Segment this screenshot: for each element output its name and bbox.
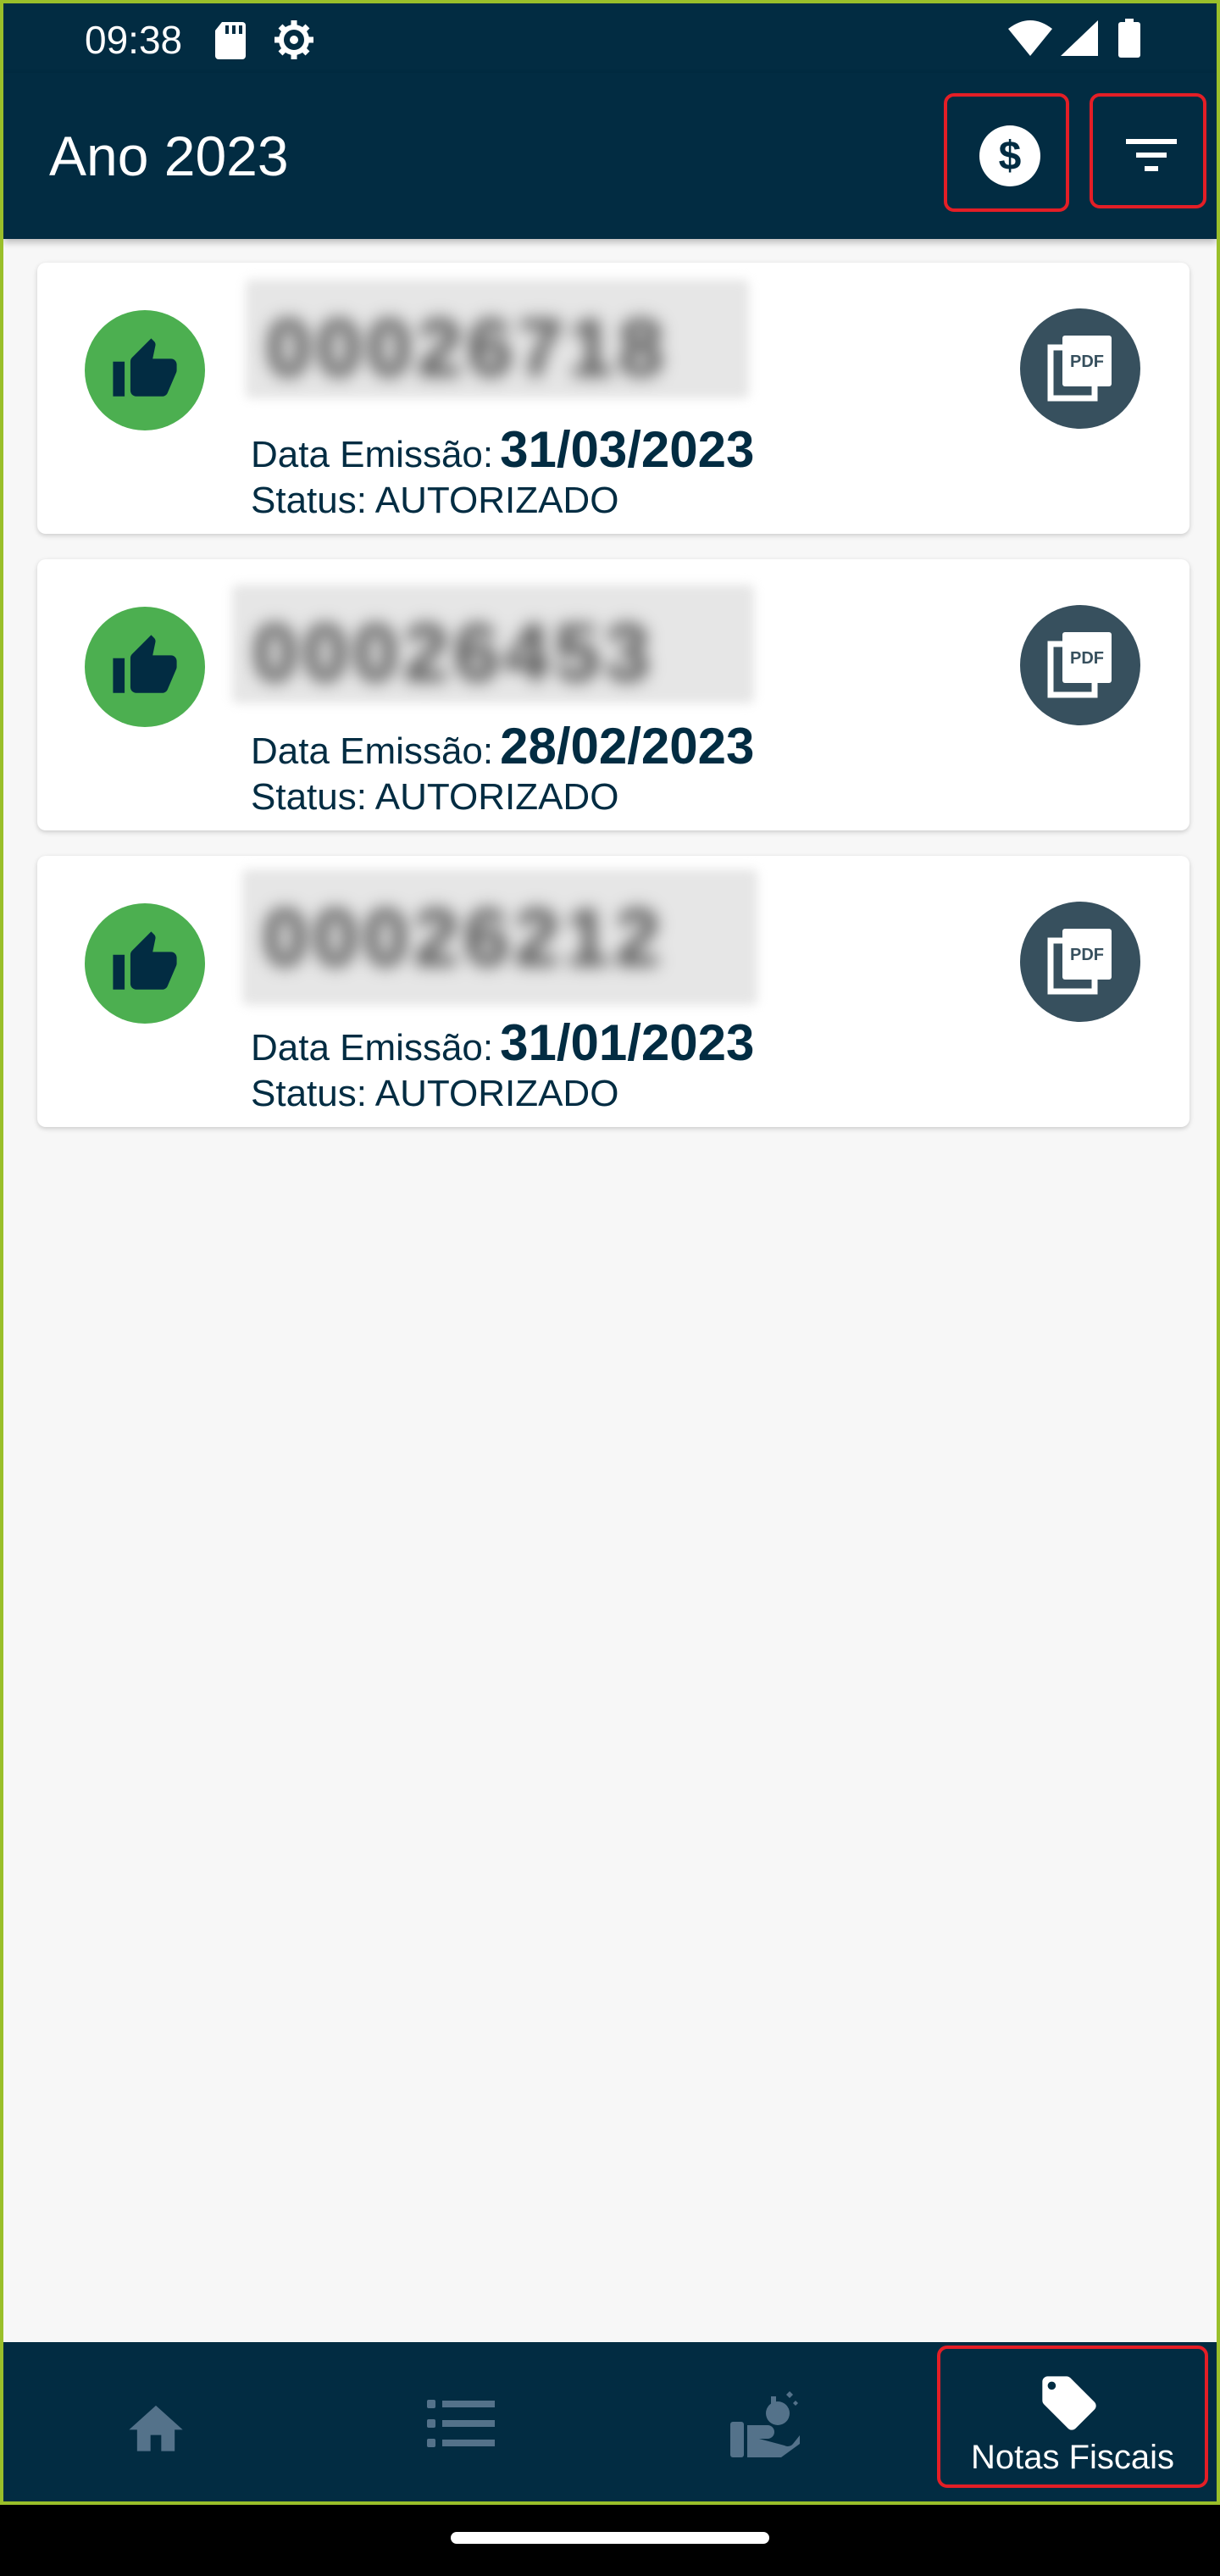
system-navigation-bar bbox=[0, 2505, 1220, 2576]
sd-card-icon bbox=[215, 22, 246, 64]
thumbs-up-icon bbox=[85, 607, 205, 727]
invoice-card[interactable]: 00026453 Data Emissão: 28/02/2023 Status:… bbox=[37, 559, 1190, 830]
list-icon bbox=[427, 2400, 495, 2447]
nav-home[interactable] bbox=[105, 2342, 207, 2501]
thumbs-up-icon bbox=[85, 903, 205, 1024]
issue-date: Data Emissão: 31/03/2023 bbox=[251, 421, 755, 478]
status-bar: 09:38 bbox=[3, 3, 1217, 73]
page-title: Ano 2023 bbox=[49, 125, 289, 187]
wifi-icon bbox=[1008, 20, 1052, 60]
app-screen: 09:38 Ano 2023 $ 00026718 Data Emissão: … bbox=[0, 0, 1220, 2505]
pdf-download-button[interactable]: PDF bbox=[1020, 605, 1140, 725]
pdf-icon: PDF bbox=[1047, 929, 1112, 995]
filter-button[interactable] bbox=[1090, 93, 1206, 208]
nav-notas-fiscais-label: Notas Fiscais bbox=[970, 2439, 1175, 2476]
tag-icon bbox=[1042, 2376, 1096, 2430]
status-text: Status: AUTORIZADO bbox=[251, 776, 619, 818]
nav-list[interactable] bbox=[410, 2342, 512, 2501]
battery-icon bbox=[1118, 19, 1140, 62]
invoice-number-redacted: 00026453 bbox=[232, 585, 754, 703]
app-bar: Ano 2023 $ bbox=[3, 73, 1217, 239]
service-hand-icon bbox=[730, 2391, 800, 2457]
pdf-download-button[interactable]: PDF bbox=[1020, 902, 1140, 1022]
invoice-number-redacted: 00026212 bbox=[242, 869, 757, 1005]
financial-button[interactable]: $ bbox=[944, 93, 1069, 212]
filter-icon bbox=[1126, 139, 1177, 171]
issue-date: Data Emissão: 28/02/2023 bbox=[251, 718, 755, 774]
home-gesture-handle[interactable] bbox=[451, 2532, 769, 2544]
pdf-icon: PDF bbox=[1047, 336, 1112, 402]
invoice-number-redacted: 00026718 bbox=[246, 280, 749, 398]
settings-gear-icon bbox=[273, 19, 315, 65]
thumbs-up-icon bbox=[85, 310, 205, 430]
status-text: Status: AUTORIZADO bbox=[251, 480, 619, 521]
nav-service[interactable] bbox=[715, 2342, 817, 2501]
issue-date: Data Emissão: 31/01/2023 bbox=[251, 1014, 755, 1071]
nav-notas-fiscais[interactable]: Notas Fiscais bbox=[937, 2346, 1208, 2488]
invoice-card[interactable]: 00026718 Data Emissão: 31/03/2023 Status:… bbox=[37, 263, 1190, 534]
invoice-card[interactable]: 00026212 Data Emissão: 31/01/2023 Status:… bbox=[37, 856, 1190, 1127]
signal-icon bbox=[1061, 20, 1098, 60]
svg-text:PDF: PDF bbox=[1070, 946, 1104, 964]
pdf-icon: PDF bbox=[1047, 632, 1112, 698]
status-text: Status: AUTORIZADO bbox=[251, 1073, 619, 1114]
svg-text:PDF: PDF bbox=[1070, 353, 1104, 371]
pdf-download-button[interactable]: PDF bbox=[1020, 308, 1140, 429]
svg-text:PDF: PDF bbox=[1070, 649, 1104, 668]
home-icon bbox=[129, 2405, 183, 2451]
svg-text:$: $ bbox=[999, 134, 1022, 179]
dollar-circle-icon: $ bbox=[979, 125, 1040, 186]
bottom-navigation: Notas Fiscais bbox=[3, 2342, 1217, 2501]
status-time: 09:38 bbox=[85, 18, 183, 62]
